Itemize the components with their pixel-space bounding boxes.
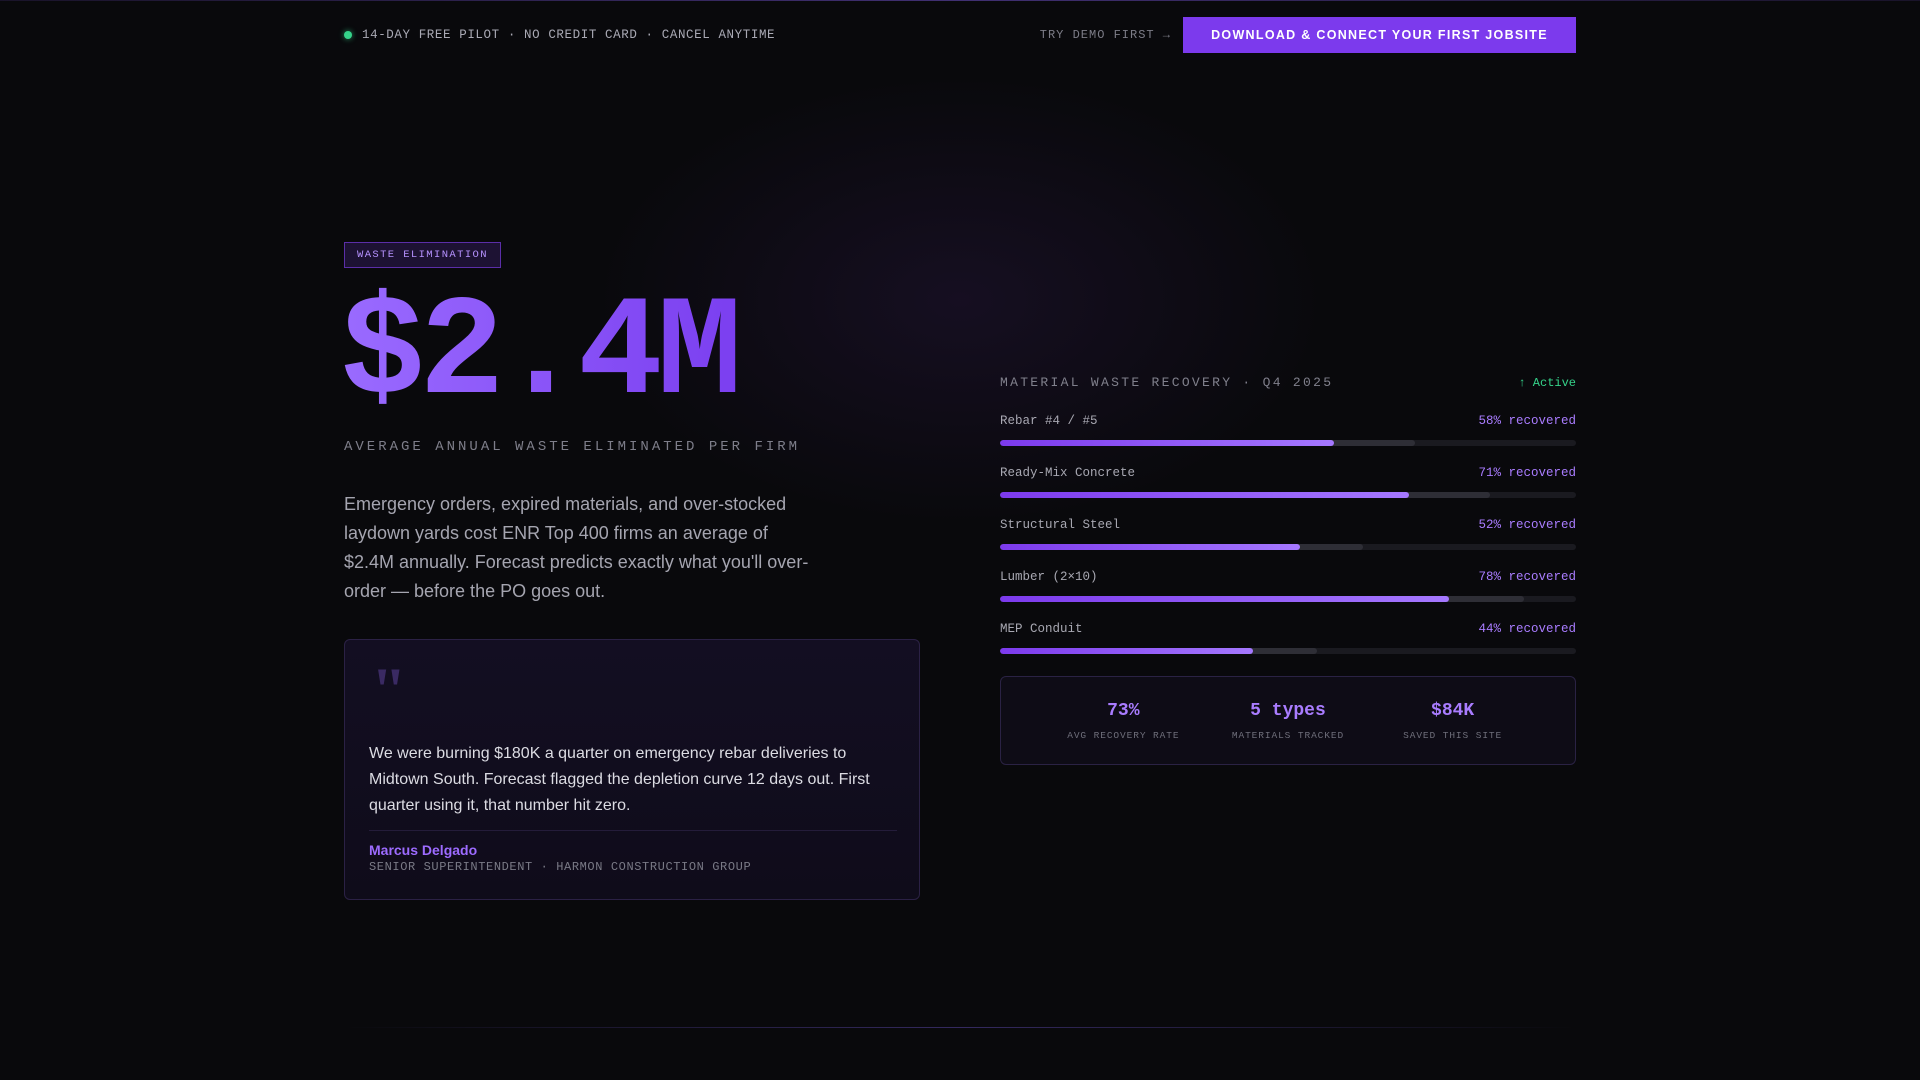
recovery-status-badge: ↑ Active [1518,376,1576,390]
recovery-percent: 78% recovered [1478,570,1576,584]
try-demo-link[interactable]: TRY DEMO FIRST → [1040,28,1171,42]
recovery-bar-row: Structural Steel 52% recovered [1000,518,1576,570]
download-connect-button[interactable]: DOWNLOAD & CONNECT YOUR FIRST JOBSITE [1183,17,1576,53]
section-badge: WASTE ELIMINATION [344,242,501,268]
progress-fill [1000,492,1409,498]
progress-fill [1000,648,1254,654]
summary-stat: $84K SAVED THIS SITE [1378,701,1528,741]
recovery-bar-row: MEP Conduit 44% recovered [1000,622,1576,674]
status-dot-icon [344,31,352,39]
material-label: Structural Steel [1000,518,1121,532]
recovery-summary-card: 73% AVG RECOVERY RATE 5 types MATERIALS … [1000,676,1576,765]
hero-description: Emergency orders, expired materials, and… [344,494,809,601]
material-label: MEP Conduit [1000,622,1083,636]
progress-fill [1000,440,1335,446]
pilot-offer: 14-DAY FREE PILOT · NO CREDIT CARD · CAN… [344,28,775,42]
material-label: Ready-Mix Concrete [1000,466,1136,480]
recovery-percent: 58% recovered [1478,414,1576,428]
summary-label: SAVED THIS SITE [1403,729,1503,741]
quote-icon: " [371,654,407,725]
material-label: Rebar #4 / #5 [1000,414,1098,428]
top-edge-line [0,0,1920,1]
progress-track [1000,440,1576,446]
summary-stat: 73% AVG RECOVERY RATE [1048,701,1198,741]
testimonial-author: Marcus Delgado [369,842,478,858]
summary-value: 5 types [1250,700,1326,721]
summary-value: 73% [1107,700,1140,721]
hero-stat-caption: AVERAGE ANNUAL WASTE ELIMINATED PER FIRM [344,439,801,455]
top-bar: 14-DAY FREE PILOT · NO CREDIT CARD · CAN… [344,17,1576,53]
recovery-percent: 52% recovered [1478,518,1576,532]
progress-track [1000,492,1576,498]
testimonial-role: SENIOR SUPERINTENDENT · HARMON CONSTRUCT… [369,860,752,874]
summary-value: $84K [1431,700,1475,721]
progress-track [1000,596,1576,602]
pilot-offer-text: 14-DAY FREE PILOT · NO CREDIT CARD · CAN… [362,28,776,42]
recovery-bar-row: Ready-Mix Concrete 71% recovered [1000,466,1576,518]
material-label: Lumber (2×10) [1000,570,1098,584]
testimonial-card: " We were burning $180K a quarter on eme… [344,639,920,900]
recovery-bar-row: Lumber (2×10) 78% recovered [1000,570,1576,622]
progress-track [1000,544,1576,550]
recovery-percent: 44% recovered [1478,622,1576,636]
testimonial-quote: We were burning $180K a quarter on emerg… [369,745,870,814]
summary-label: AVG RECOVERY RATE [1067,729,1180,741]
recovery-panel-title: MATERIAL WASTE RECOVERY · Q4 2025 [1000,375,1334,390]
progress-track [1000,648,1576,654]
summary-label: MATERIALS TRACKED [1231,729,1345,741]
top-actions: TRY DEMO FIRST → DOWNLOAD & CONNECT YOUR… [1040,17,1576,53]
summary-stat: 5 types MATERIALS TRACKED [1213,701,1363,741]
testimonial-divider [369,830,897,831]
page: 14-DAY FREE PILOT · NO CREDIT CARD · CAN… [0,0,1920,1080]
footer-divider [344,1027,1576,1028]
progress-fill [1000,596,1450,602]
recovery-percent: 71% recovered [1478,466,1576,480]
recovery-bar-list: Rebar #4 / #5 58% recovered Ready-Mix Co… [1000,414,1576,674]
progress-fill [1000,544,1300,550]
hero-stat: $2.4M [340,274,742,435]
recovery-bar-row: Rebar #4 / #5 58% recovered [1000,414,1576,466]
